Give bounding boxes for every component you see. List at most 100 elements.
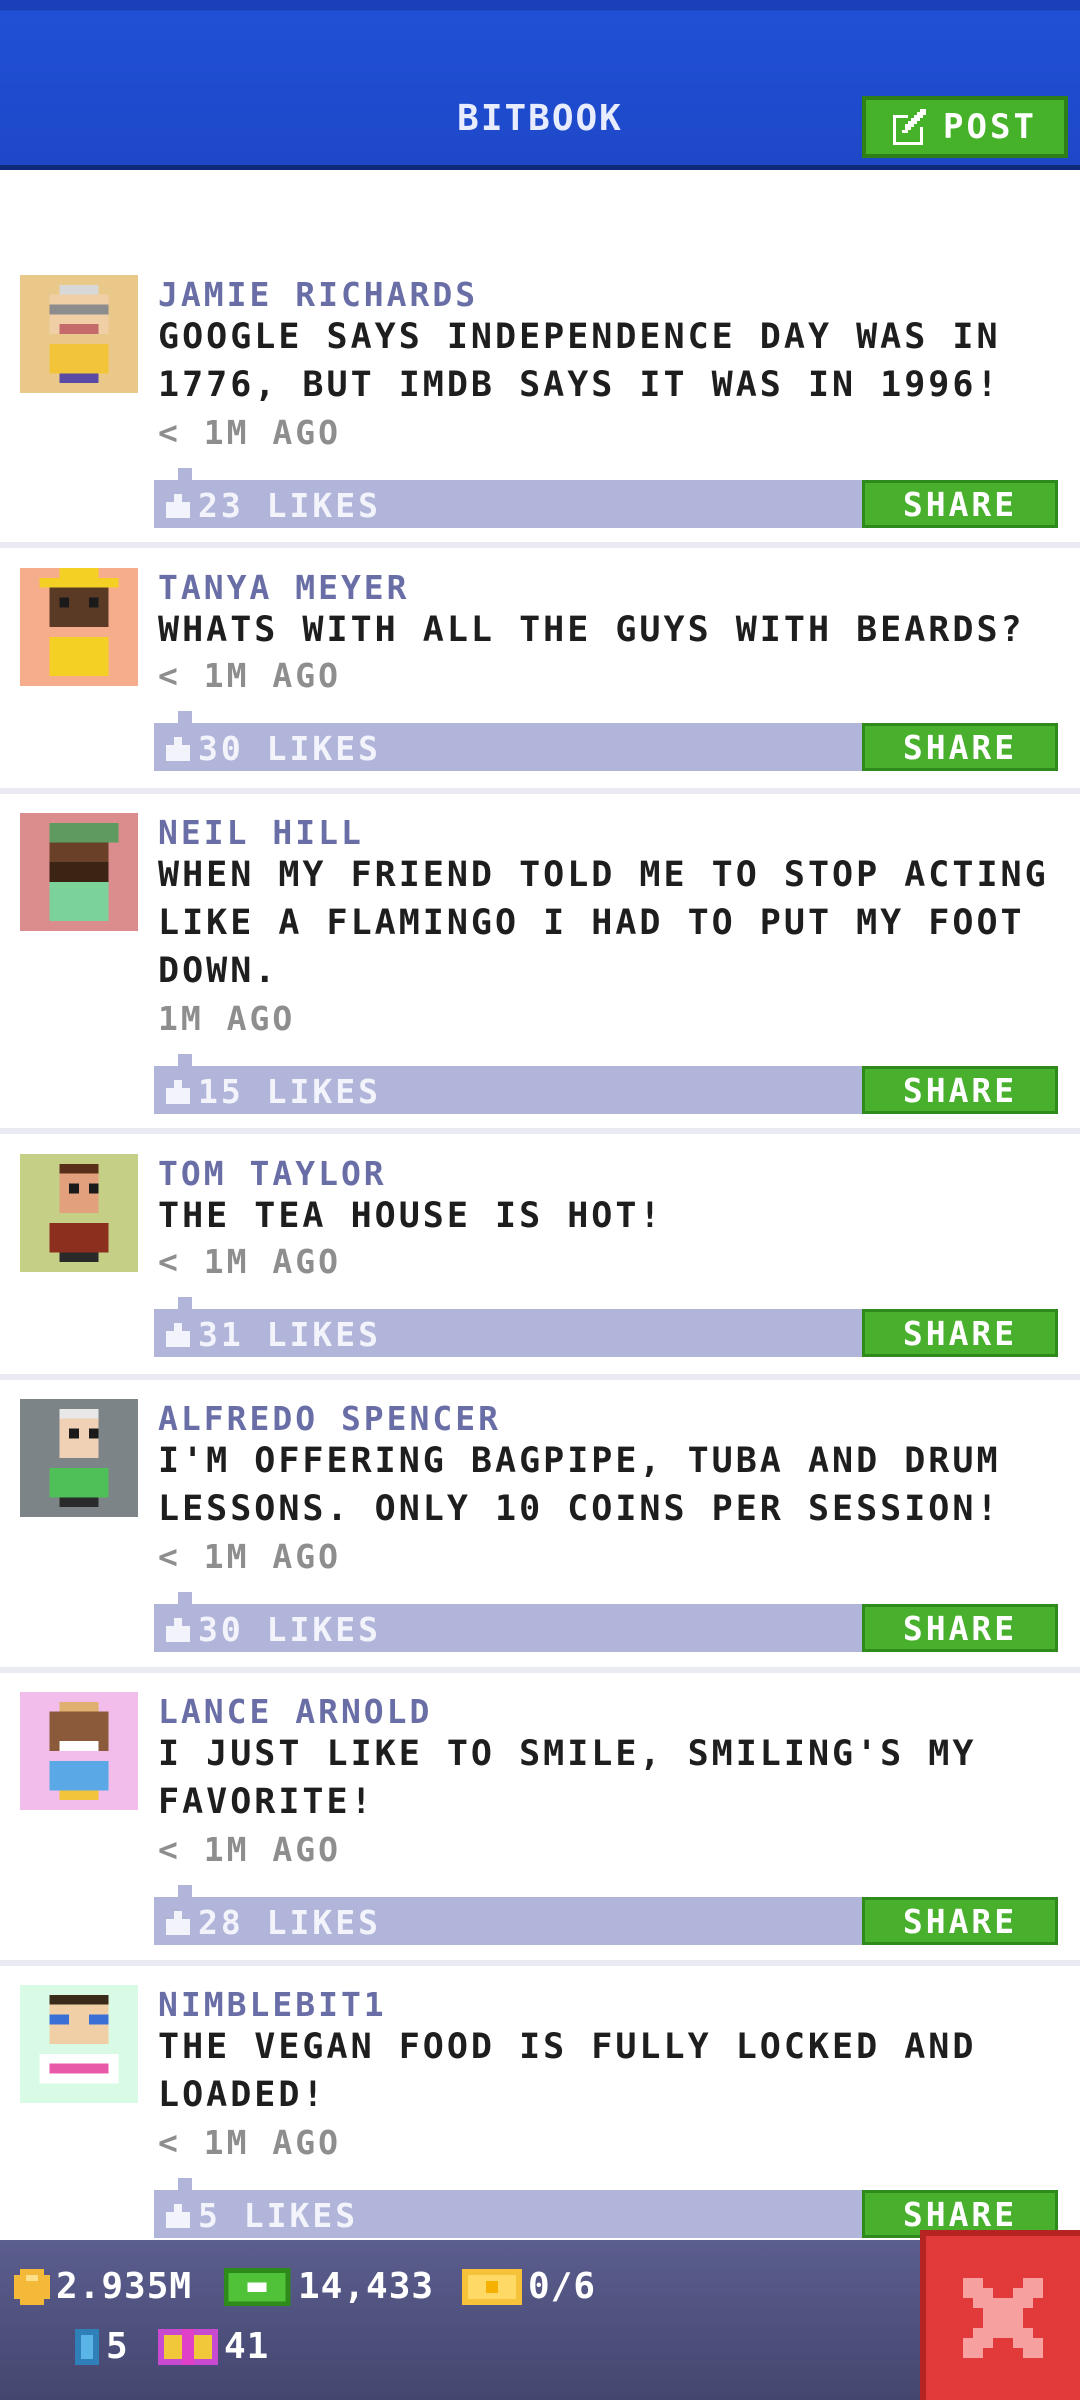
likes-count: 30 LIKES (198, 729, 381, 768)
author-name[interactable]: ALFREDO SPENCER (158, 1399, 501, 1438)
author-name[interactable]: LANCE ARNOLD (158, 1692, 432, 1731)
keys-counter: 5 (74, 2326, 129, 2367)
tickets-value: 0/6 (528, 2266, 597, 2307)
person-icon (20, 275, 138, 393)
avatar (20, 1399, 138, 1517)
coin-icon (14, 2268, 50, 2305)
person-icon (20, 568, 138, 686)
post-message: I JUST LIKE TO SMILE, SMILING'S MY FAVOR… (158, 1730, 1058, 1826)
share-button[interactable]: SHARE (862, 1309, 1058, 1357)
compose-icon (893, 109, 927, 145)
likes-bar[interactable]: 15 LIKES (154, 1054, 864, 1114)
bux-value: 14,433 (298, 2266, 435, 2307)
post-message: GOOGLE SAYS INDEPENDENCE DAY WAS IN 1776… (158, 313, 1058, 409)
person-icon (20, 1154, 138, 1272)
bux-icon (223, 2267, 291, 2306)
close-button[interactable] (920, 2230, 1080, 2400)
divider (0, 542, 1080, 548)
likes-bar[interactable]: 30 LIKES (154, 711, 864, 771)
message-line: THE VEGAN FOOD IS FULLY LOCKED AND (158, 2027, 977, 2067)
message-line: WHEN MY FRIEND TOLD ME TO STOP ACTING (158, 855, 1049, 895)
post-message: WHEN MY FRIEND TOLD ME TO STOP ACTING LI… (158, 851, 1058, 995)
likes-count: 28 LIKES (198, 1903, 381, 1942)
avatar (20, 568, 138, 686)
key-icon (75, 2328, 99, 2365)
likes-bar[interactable]: 28 LIKES (154, 1885, 864, 1945)
divider (0, 1374, 1080, 1380)
message-line: WHATS WITH ALL THE GUYS WITH BEARDS? (158, 610, 1025, 650)
message-line: LESSONS. ONLY 10 COINS PER SESSION! (158, 1489, 1001, 1529)
likes-bar-tab (178, 1054, 192, 1068)
post-time: 1M AGO (158, 999, 296, 1038)
message-line: LIKE A FLAMINGO I HAD TO PUT MY FOOT (158, 903, 1025, 943)
likes-bar-tab (178, 468, 192, 482)
post-time: < 1M AGO (158, 1242, 341, 1281)
avatar (20, 813, 138, 931)
divider (0, 788, 1080, 794)
likes-bar[interactable]: 23 LIKES (154, 468, 864, 528)
keys-value: 5 (106, 2326, 129, 2367)
avatar (20, 1692, 138, 1810)
likes-bar-tab (178, 1592, 192, 1606)
post-message: THE VEGAN FOOD IS FULLY LOCKED AND LOADE… (158, 2023, 1058, 2119)
likes-count: 23 LIKES (198, 486, 381, 525)
person-icon (20, 813, 138, 931)
message-line: I'M OFFERING BAGPIPE, TUBA AND DRUM (158, 1441, 1001, 1481)
share-button[interactable]: SHARE (862, 1604, 1058, 1652)
thumbs-up-icon (166, 2203, 190, 2228)
bux-counter: 14,433 (222, 2266, 434, 2307)
divider (0, 1960, 1080, 1966)
post-message: THE TEA HOUSE IS HOT! (158, 1192, 1058, 1240)
avatar (20, 1985, 138, 2103)
thumbs-up-icon (166, 493, 190, 518)
thumbs-up-icon (166, 1079, 190, 1104)
likes-bar-tab (178, 2178, 192, 2192)
post-button[interactable]: POST (862, 96, 1068, 158)
post-time: < 1M AGO (158, 1537, 341, 1576)
author-name[interactable]: JAMIE RICHARDS (158, 275, 478, 314)
post-time: < 1M AGO (158, 1830, 341, 1869)
thumbs-up-icon (166, 1322, 190, 1347)
coins-value: 2.935M (56, 2266, 193, 2307)
author-name[interactable]: TANYA MEYER (158, 568, 410, 607)
post-button-label: POST (943, 107, 1037, 147)
share-button[interactable]: SHARE (862, 723, 1058, 771)
divider (0, 1667, 1080, 1673)
post-message: WHATS WITH ALL THE GUYS WITH BEARDS? (158, 606, 1058, 654)
post-time: < 1M AGO (158, 656, 341, 695)
likes-bar[interactable]: 30 LIKES (154, 1592, 864, 1652)
author-name[interactable]: TOM TAYLOR (158, 1154, 387, 1193)
message-line: I JUST LIKE TO SMILE, SMILING'S MY (158, 1734, 977, 1774)
message-line: 1776, BUT IMDB SAYS IT WAS IN 1996! (158, 365, 1001, 405)
close-icon (963, 2278, 1043, 2358)
person-icon (20, 1985, 138, 2103)
share-button[interactable]: SHARE (862, 480, 1058, 528)
author-name[interactable]: NIMBLEBIT1 (158, 1985, 387, 2024)
message-line: LOADED! (158, 2075, 327, 2115)
message-line: FAVORITE! (158, 1782, 375, 1822)
likes-count: 15 LIKES (198, 1072, 381, 1111)
coins-counter: 2.935M (14, 2266, 192, 2307)
share-button[interactable]: SHARE (862, 1066, 1058, 1114)
ticket-icon (462, 2268, 522, 2305)
thumbs-up-icon (166, 1910, 190, 1935)
avatar (20, 275, 138, 393)
author-name[interactable]: NEIL HILL (158, 813, 364, 852)
likes-count: 5 LIKES (198, 2196, 359, 2235)
likes-bar[interactable]: 31 LIKES (154, 1297, 864, 1357)
likes-count: 30 LIKES (198, 1610, 381, 1649)
message-line: DOWN. (158, 951, 279, 991)
gifts-counter: 41 (158, 2326, 269, 2367)
thumbs-up-icon (166, 736, 190, 761)
tickets-counter: 0/6 (462, 2266, 596, 2307)
share-button[interactable]: SHARE (862, 1897, 1058, 1945)
post-time: < 1M AGO (158, 413, 341, 452)
thumbs-up-icon (166, 1617, 190, 1642)
app-header: BITBOOK POST (0, 0, 1080, 170)
message-line: THE TEA HOUSE IS HOT! (158, 1196, 664, 1236)
person-icon (20, 1692, 138, 1810)
gift-icon (158, 2328, 218, 2365)
likes-bar[interactable]: 5 LIKES (154, 2178, 864, 2238)
message-line: GOOGLE SAYS INDEPENDENCE DAY WAS IN (158, 317, 1001, 357)
divider (0, 1128, 1080, 1134)
